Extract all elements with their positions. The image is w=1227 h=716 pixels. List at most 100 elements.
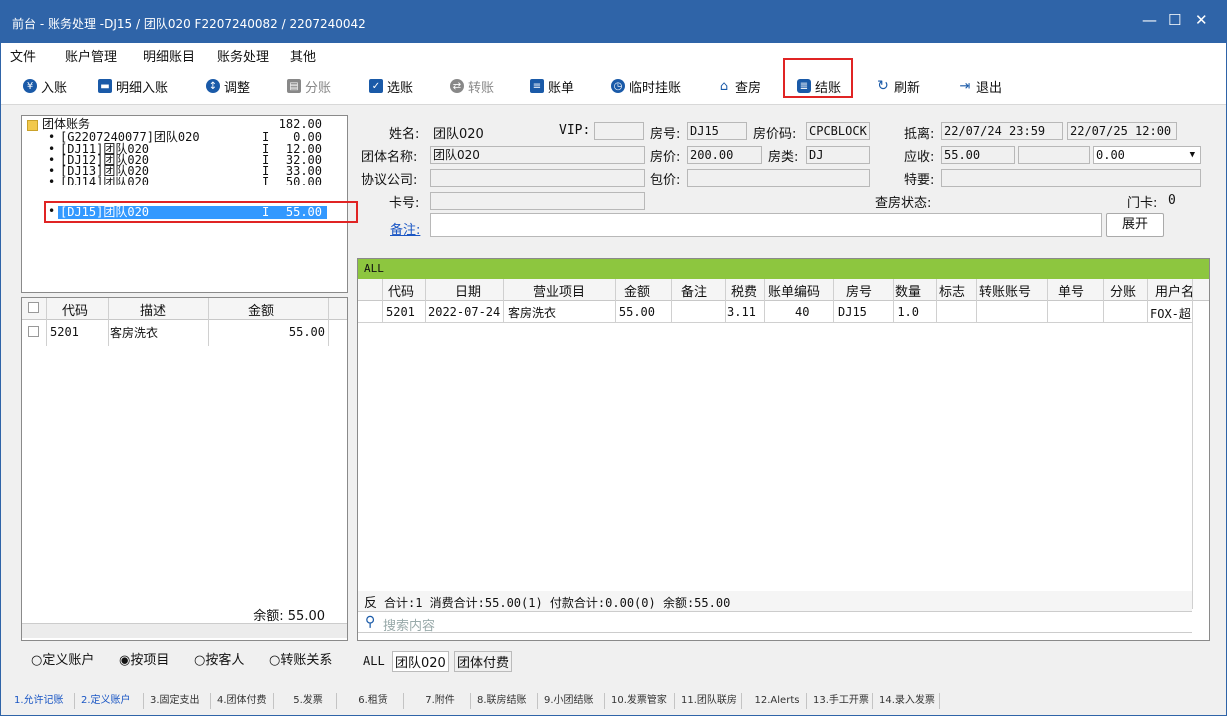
- select-all-checkbox[interactable]: [28, 302, 39, 313]
- check-room-button[interactable]: ⌂ 查房: [717, 76, 761, 96]
- window-title: 前台 - 账务处理 -DJ15 / 团队020 F2207240082 / 22…: [12, 17, 366, 31]
- radio-unchecked-icon: ○: [31, 653, 43, 668]
- radio-transfer-relation[interactable]: ○转账关系: [269, 649, 332, 668]
- room-field[interactable]: DJ15: [687, 122, 747, 140]
- transaction-grid-header: 代码 日期 营业项目 金额 备注 税费 账单编码 房号 数量 标志 转账账号 单…: [358, 279, 1209, 301]
- toolbar: ¥ 入账 ▬ 明细入账 ↕ 调整 ▤ 分账 ✓ 选账 ⇄ 转账 ≡ 账单 ◷ 临时挂账 ⌂ 查房 …: [1, 58, 1226, 105]
- tree-item[interactable]: • [DJ14]团队020 I 50.00: [22, 177, 342, 185]
- ledger-icon: ▬: [98, 79, 112, 93]
- transfer-button[interactable]: ⇄ 转账: [450, 76, 494, 96]
- refresh-button[interactable]: ↻ 刷新: [876, 76, 920, 96]
- status-tab-group-payment[interactable]: 4.团体付费: [214, 693, 274, 709]
- row-checkbox[interactable]: [28, 326, 39, 337]
- menu-accounting[interactable]: 账务处理: [217, 46, 269, 65]
- yen-icon: ¥: [23, 79, 37, 93]
- radio-define-account[interactable]: ○定义账户: [31, 649, 94, 668]
- summary-text: 合计:1 消费合计:55.00(1) 付款合计:0.00(0) 余额:55.00: [384, 596, 731, 610]
- bill-button[interactable]: ≡ 账单: [530, 76, 574, 96]
- menu-bar: 文件 账户管理 明细账目 账务处理 其他: [1, 43, 1226, 67]
- status-tab-invoice[interactable]: 5.发票: [277, 693, 337, 709]
- exit-button[interactable]: ⇥ 退出: [958, 76, 1002, 96]
- table-row[interactable]: 5201 2022-07-24 客房洗衣 55.00 3.11 40 DJ15 …: [358, 302, 1192, 323]
- status-tab-allow-posting[interactable]: 1.允许记账: [11, 693, 75, 709]
- status-tab-linked-checkout[interactable]: 8.联房结账: [474, 693, 538, 709]
- search-box[interactable]: ⚲ 搜索内容: [358, 611, 1192, 634]
- room-type-field[interactable]: DJ: [806, 146, 870, 164]
- tab-group-payment[interactable]: 团体付费: [454, 651, 513, 672]
- company-field[interactable]: [430, 169, 645, 187]
- main-window: 前台 - 账务处理 -DJ15 / 团队020 F2207240082 / 22…: [0, 0, 1227, 716]
- menu-detail-items[interactable]: 明细账目: [143, 46, 195, 65]
- group-account-tree: 团体账务 182.00 • [G2207240077]团队020 I 0.00 • [D…: [21, 115, 358, 293]
- chevron-down-icon: ▼: [1189, 150, 1195, 160]
- status-tab-enter-invoice[interactable]: 14.录入发票: [876, 693, 940, 709]
- minimize-button[interactable]: —: [1142, 11, 1157, 29]
- radio-unchecked-icon: ○: [269, 653, 281, 668]
- status-tab-subgroup-checkout[interactable]: 9.小团结账: [541, 693, 605, 709]
- tab-all[interactable]: ALL: [363, 654, 385, 668]
- status-tab-group-link[interactable]: 11.团队联房: [678, 693, 742, 709]
- select-account-button[interactable]: ✓ 选账: [369, 76, 413, 96]
- status-tab-manual-invoice[interactable]: 13.手工开票: [810, 693, 873, 709]
- item-grid-header: 代码 描述 金额: [22, 298, 347, 320]
- currency-dropdown[interactable]: 0.00 ▼: [1093, 146, 1201, 164]
- radio-by-guest[interactable]: ○按客人: [194, 649, 244, 668]
- reverse-toggle[interactable]: 反: [364, 592, 377, 611]
- horizontal-scrollbar[interactable]: [22, 623, 347, 638]
- split-button[interactable]: ▤ 分账: [287, 76, 331, 96]
- refresh-icon: ↻: [877, 78, 889, 94]
- card-number-field[interactable]: [430, 192, 645, 210]
- group-name-field[interactable]: 团队020: [430, 146, 645, 164]
- radio-by-item[interactable]: ◉按项目: [119, 649, 169, 668]
- status-tab-lease[interactable]: 6.租赁: [340, 693, 404, 709]
- receivable-extra-field[interactable]: [1018, 146, 1090, 164]
- package-field[interactable]: [687, 169, 870, 187]
- function-tab-bar: 1.允许记账 2.定义账户 3.固定支出 4.团体付费 5.发票 6.租赁 7.…: [1, 689, 1226, 715]
- transfer-icon: ⇄: [450, 79, 464, 93]
- maximize-button[interactable]: ☐: [1168, 11, 1181, 29]
- menu-other[interactable]: 其他: [290, 46, 316, 65]
- split-icon: ▤: [287, 79, 301, 93]
- clock-icon: ◷: [611, 79, 625, 93]
- search-icon: ⚲: [365, 614, 376, 630]
- remark-link[interactable]: 备注:: [390, 219, 420, 238]
- close-button[interactable]: ✕: [1195, 11, 1208, 29]
- radio-checked-icon: ◉: [119, 653, 131, 668]
- arrival-field[interactable]: 22/07/24 23:59: [941, 122, 1063, 140]
- menu-file[interactable]: 文件: [10, 46, 36, 65]
- status-tab-invoice-manager[interactable]: 10.发票管家: [608, 693, 675, 709]
- status-tab-alerts[interactable]: 12.Alerts: [745, 693, 807, 709]
- bill-icon: ≡: [530, 79, 544, 93]
- status-tab-define-account[interactable]: 2.定义账户: [78, 693, 144, 709]
- post-charge-button[interactable]: ¥ 入账: [23, 76, 67, 96]
- special-request-field[interactable]: [941, 169, 1201, 187]
- select-icon: ✓: [369, 79, 383, 93]
- search-input[interactable]: 搜索内容: [383, 615, 435, 634]
- tree-selection-highlight-box: [44, 201, 358, 223]
- name-value: 团队020: [433, 127, 484, 142]
- detail-post-button[interactable]: ▬ 明细入账: [98, 76, 168, 96]
- radio-unchecked-icon: ○: [194, 653, 206, 668]
- grid-band-all: ALL: [358, 259, 1209, 279]
- status-tab-attachment[interactable]: 7.附件: [407, 693, 471, 709]
- departure-field[interactable]: 22/07/25 12:00: [1067, 122, 1177, 140]
- rate-field[interactable]: 200.00: [687, 146, 762, 164]
- rate-code-field[interactable]: CPCBLOCK: [806, 122, 870, 140]
- grid-summary-bar: 反 合计:1 消费合计:55.00(1) 付款合计:0.00(0) 余额:55.…: [358, 591, 1192, 611]
- adjust-button[interactable]: ↕ 调整: [206, 76, 250, 96]
- remark-field[interactable]: [430, 213, 1102, 237]
- vip-field[interactable]: [594, 122, 644, 140]
- title-bar: 前台 - 账务处理 -DJ15 / 团队020 F2207240082 / 22…: [1, 1, 1226, 43]
- checkout-highlight-box: [783, 58, 853, 98]
- temp-hold-button[interactable]: ◷ 临时挂账: [611, 76, 681, 96]
- tab-group-020[interactable]: 团队020: [392, 651, 449, 672]
- exit-icon: ⇥: [959, 78, 971, 94]
- receivable-field[interactable]: 55.00: [941, 146, 1015, 164]
- house-icon: ⌂: [719, 78, 729, 94]
- table-row[interactable]: 5201 客房洗衣 55.00: [22, 321, 347, 343]
- menu-account-management[interactable]: 账户管理: [65, 46, 117, 65]
- adjust-icon: ↕: [206, 79, 220, 93]
- bullet-icon: •: [48, 164, 56, 178]
- expand-button[interactable]: 展开: [1106, 213, 1164, 237]
- status-tab-fixed-expense[interactable]: 3.固定支出: [147, 693, 211, 709]
